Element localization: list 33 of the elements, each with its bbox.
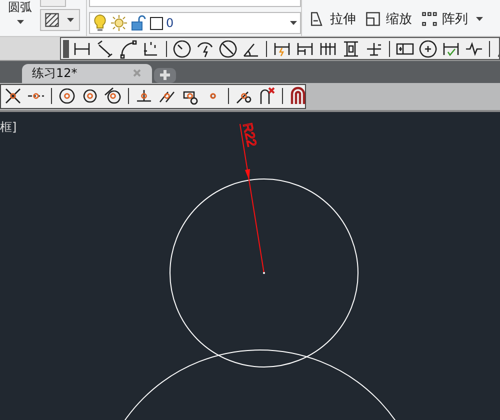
center-mark-icon[interactable] [418,38,438,59]
layer-dropdown[interactable]: 0 [89,12,301,34]
array-button[interactable]: 阵列 [420,10,468,28]
hatch-icon [43,11,61,29]
diameter-dimension-icon[interactable] [218,38,238,59]
lightbulb-icon [93,14,107,32]
plus-icon [159,69,171,82]
layer-name: 0 [166,16,175,30]
caret-icon[interactable] [67,18,74,22]
arc-button[interactable]: 圆弧 [8,0,32,14]
tangent-snap-icon[interactable] [103,86,123,106]
stretch-button[interactable]: 拉伸 [308,10,356,28]
center-snap-icon[interactable] [57,86,77,106]
document-tab[interactable]: 练习12* [22,64,152,83]
arc-dimension-icon[interactable] [118,38,138,59]
new-tab-button[interactable] [154,68,176,83]
toolbar-grip[interactable] [63,40,69,58]
array-icon [420,10,438,28]
caret-icon[interactable] [290,21,297,25]
color-swatch [150,16,163,30]
aligned-dimension-icon[interactable] [95,38,115,59]
caret-icon[interactable] [16,20,24,24]
magnet-icon[interactable] [288,86,308,106]
viewport-label[interactable]: 框] [0,120,17,134]
scale-button[interactable]: 缩放 [364,10,412,28]
radius-dimension-icon[interactable] [172,38,192,59]
hatch-button[interactable] [40,9,80,31]
scale-icon [364,10,382,28]
unlocked-padlock-icon [131,14,147,32]
caret-icon[interactable] [476,17,483,21]
sun-icon [110,14,128,32]
dimension-space-icon[interactable] [341,38,361,59]
dimension-text: R22 [240,122,260,148]
